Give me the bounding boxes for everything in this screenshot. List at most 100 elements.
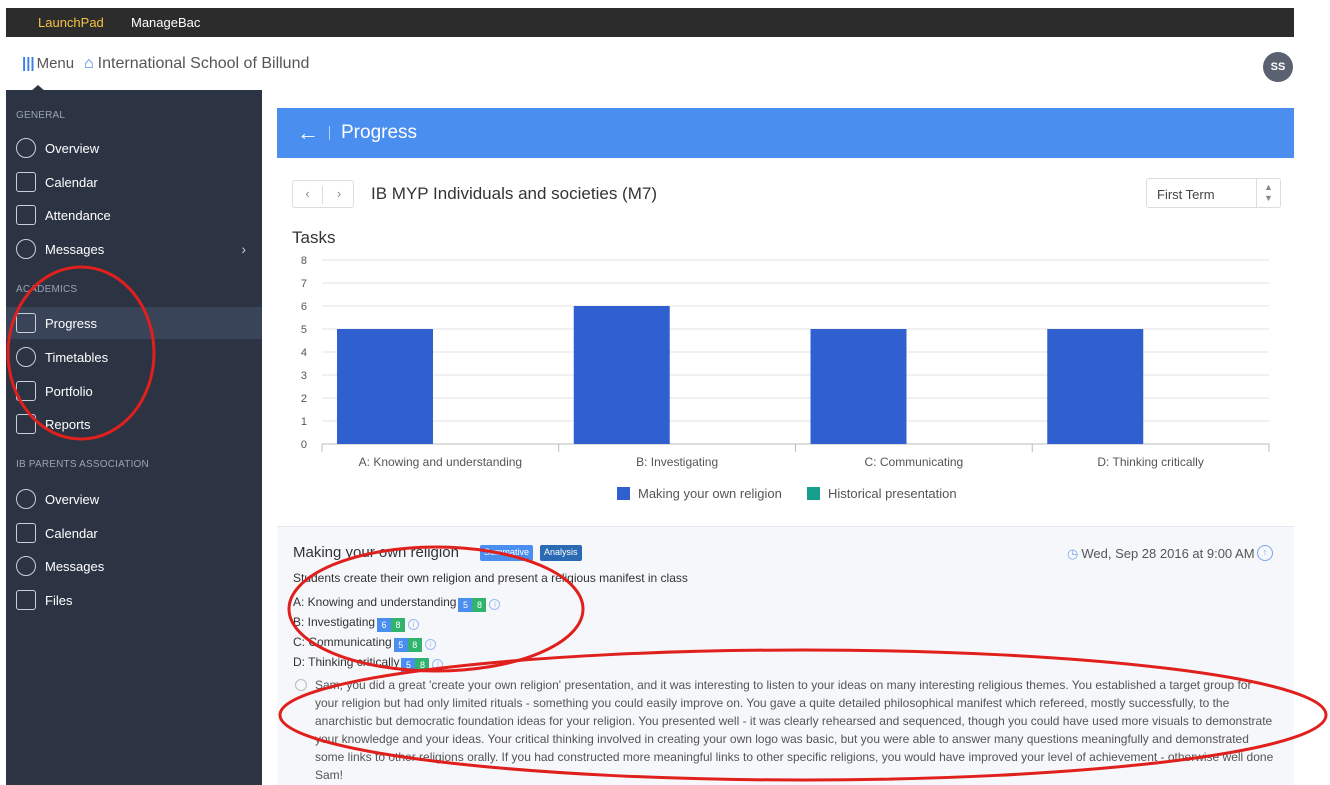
- info-icon[interactable]: i: [489, 599, 501, 610]
- sidebar-item-label: Progress: [45, 316, 98, 331]
- avatar[interactable]: SS: [1263, 52, 1293, 82]
- criterion-score: 6: [377, 618, 392, 632]
- sidebar-item-label: Overview: [45, 141, 100, 156]
- y-tick-label: 2: [301, 393, 307, 405]
- y-tick-label: 8: [301, 255, 307, 267]
- files-icon: [16, 590, 36, 610]
- term-select[interactable]: First Term ▲ ▼: [1146, 178, 1281, 208]
- launchpad-link[interactable]: LaunchPad: [38, 15, 104, 30]
- clock-icon: [16, 347, 36, 367]
- sidebar-item-label: Timetables: [45, 350, 109, 365]
- task-badge-type: Summative: [480, 545, 534, 561]
- course-title: IB MYP Individuals and societies (M7): [371, 184, 657, 203]
- sidebar-item-files[interactable]: Files: [6, 584, 262, 616]
- chevron-right-icon[interactable]: ›: [324, 186, 354, 201]
- updown-arrows-icon: ▲ ▼: [1256, 179, 1280, 207]
- app-header: ||| Menu ⌂ International School of Billund…: [6, 37, 1294, 92]
- legend-label: Historical presentation: [828, 486, 957, 501]
- sidebar-item-portfolio[interactable]: Portfolio: [6, 375, 262, 407]
- school-link[interactable]: ⌂ International School of Billund: [84, 55, 309, 73]
- task-description: Students create their own religion and p…: [293, 571, 688, 585]
- legend-item[interactable]: Making your own religion: [617, 486, 782, 501]
- sidebar-item-label: Calendar: [45, 175, 98, 190]
- sidebar-item-overview[interactable]: Overview: [6, 132, 262, 164]
- document-icon: [16, 414, 36, 434]
- info-icon[interactable]: i: [424, 639, 436, 650]
- teacher-comment: Sam, you did a great 'create your own re…: [315, 678, 1274, 782]
- section-heading-parents: IB PARENTS ASSOCIATION: [16, 459, 149, 470]
- y-tick-label: 4: [301, 347, 307, 359]
- bar: [1047, 329, 1144, 444]
- menu-label: Menu: [36, 55, 75, 72]
- info-icon[interactable]: i: [432, 659, 444, 670]
- bar: [810, 329, 907, 444]
- section-heading-academics: ACADEMICS: [16, 284, 78, 295]
- criterion-label: C: Communicating: [293, 635, 392, 649]
- criterion-max: 8: [407, 638, 422, 652]
- sidebar-item-parents-overview[interactable]: Overview: [6, 483, 262, 515]
- criterion-label: D: Thinking critically: [293, 655, 400, 669]
- bar: [573, 306, 670, 444]
- y-tick-label: 6: [301, 301, 307, 313]
- sidebar-item-reports[interactable]: Reports: [6, 408, 262, 440]
- bookmark-icon: [16, 313, 36, 333]
- task-date: ◷ Wed, Sep 28 2016 at 9:00 AM: [1067, 546, 1255, 562]
- menu-button[interactable]: ||| Menu: [22, 55, 74, 72]
- calendar-icon: [16, 523, 36, 543]
- criterion-row: A: Knowing and understanding 5 8 i: [293, 595, 501, 612]
- x-tick-label: D: Thinking critically: [1097, 455, 1203, 469]
- sidebar-item-label: Calendar: [45, 526, 98, 541]
- portfolio-icon: [16, 381, 36, 401]
- sidebar-item-label: Reports: [45, 417, 91, 432]
- y-tick-label: 3: [301, 370, 307, 382]
- legend-item[interactable]: Historical presentation: [807, 486, 957, 501]
- sidebar-item-calendar[interactable]: Calendar: [6, 166, 262, 198]
- sidebar-item-parents-calendar[interactable]: Calendar: [6, 517, 262, 549]
- sidebar-item-label: Overview: [45, 492, 100, 507]
- y-tick-label: 0: [301, 439, 307, 451]
- criterion-score: 5: [393, 638, 408, 652]
- school-name: International School of Billund: [97, 55, 310, 72]
- arrow-left-icon[interactable]: ←: [297, 120, 319, 146]
- calendar-icon: [16, 172, 36, 192]
- sidebar-item-progress[interactable]: Progress: [6, 307, 262, 339]
- x-tick-label: A: Knowing and understanding: [359, 455, 522, 469]
- criterion-label: B: Investigating: [293, 615, 376, 629]
- task-name[interactable]: Making your own religion: [293, 544, 459, 561]
- page-header: ← Progress: [277, 108, 1294, 158]
- criterion-row: B: Investigating 6 8 i: [293, 615, 420, 632]
- sidebar-item-attendance[interactable]: Attendance: [6, 199, 262, 231]
- top-bar: LaunchPad ManageBac: [6, 8, 1294, 37]
- managebac-link[interactable]: ManageBac: [131, 15, 200, 30]
- sidebar-item-parents-messages[interactable]: Messages: [6, 550, 262, 582]
- menu-icon: |||: [22, 55, 35, 72]
- sidebar-item-label: Messages: [45, 559, 105, 574]
- upload-icon[interactable]: ↑: [1257, 545, 1273, 561]
- chart-title: Tasks: [292, 228, 336, 247]
- sidebar-item-messages[interactable]: Messages ›: [6, 233, 262, 265]
- chevron-right-icon: ›: [241, 241, 246, 257]
- criterion-max: 8: [472, 598, 487, 612]
- criterion-max: 8: [415, 658, 430, 672]
- y-tick-label: 5: [301, 324, 307, 336]
- criterion-row: C: Communicating 5 8 i: [293, 635, 436, 652]
- sidebar-item-label: Attendance: [45, 208, 111, 223]
- criterion-label: A: Knowing and understanding: [293, 595, 457, 609]
- comment-icon: [295, 679, 307, 691]
- chevron-left-icon[interactable]: ‹: [293, 186, 323, 204]
- criterion-score: 5: [401, 658, 416, 672]
- criterion-row: D: Thinking critically 5 8 i: [293, 655, 444, 672]
- page-title: Progress: [341, 122, 418, 143]
- info-icon[interactable]: i: [408, 619, 420, 630]
- x-tick-label: C: Communicating: [865, 455, 964, 469]
- legend-label: Making your own religion: [638, 486, 782, 501]
- dashboard-icon: [16, 489, 36, 509]
- dashboard-icon: [16, 138, 36, 158]
- task-badge-category: Analysis: [540, 545, 582, 561]
- y-tick-label: 7: [301, 278, 307, 290]
- x-tick-label: B: Investigating: [636, 455, 718, 469]
- bar: [337, 329, 433, 444]
- sidebar-item-timetables[interactable]: Timetables: [6, 341, 262, 373]
- course-pager: ‹ ›: [292, 180, 354, 208]
- criterion-max: 8: [391, 618, 406, 632]
